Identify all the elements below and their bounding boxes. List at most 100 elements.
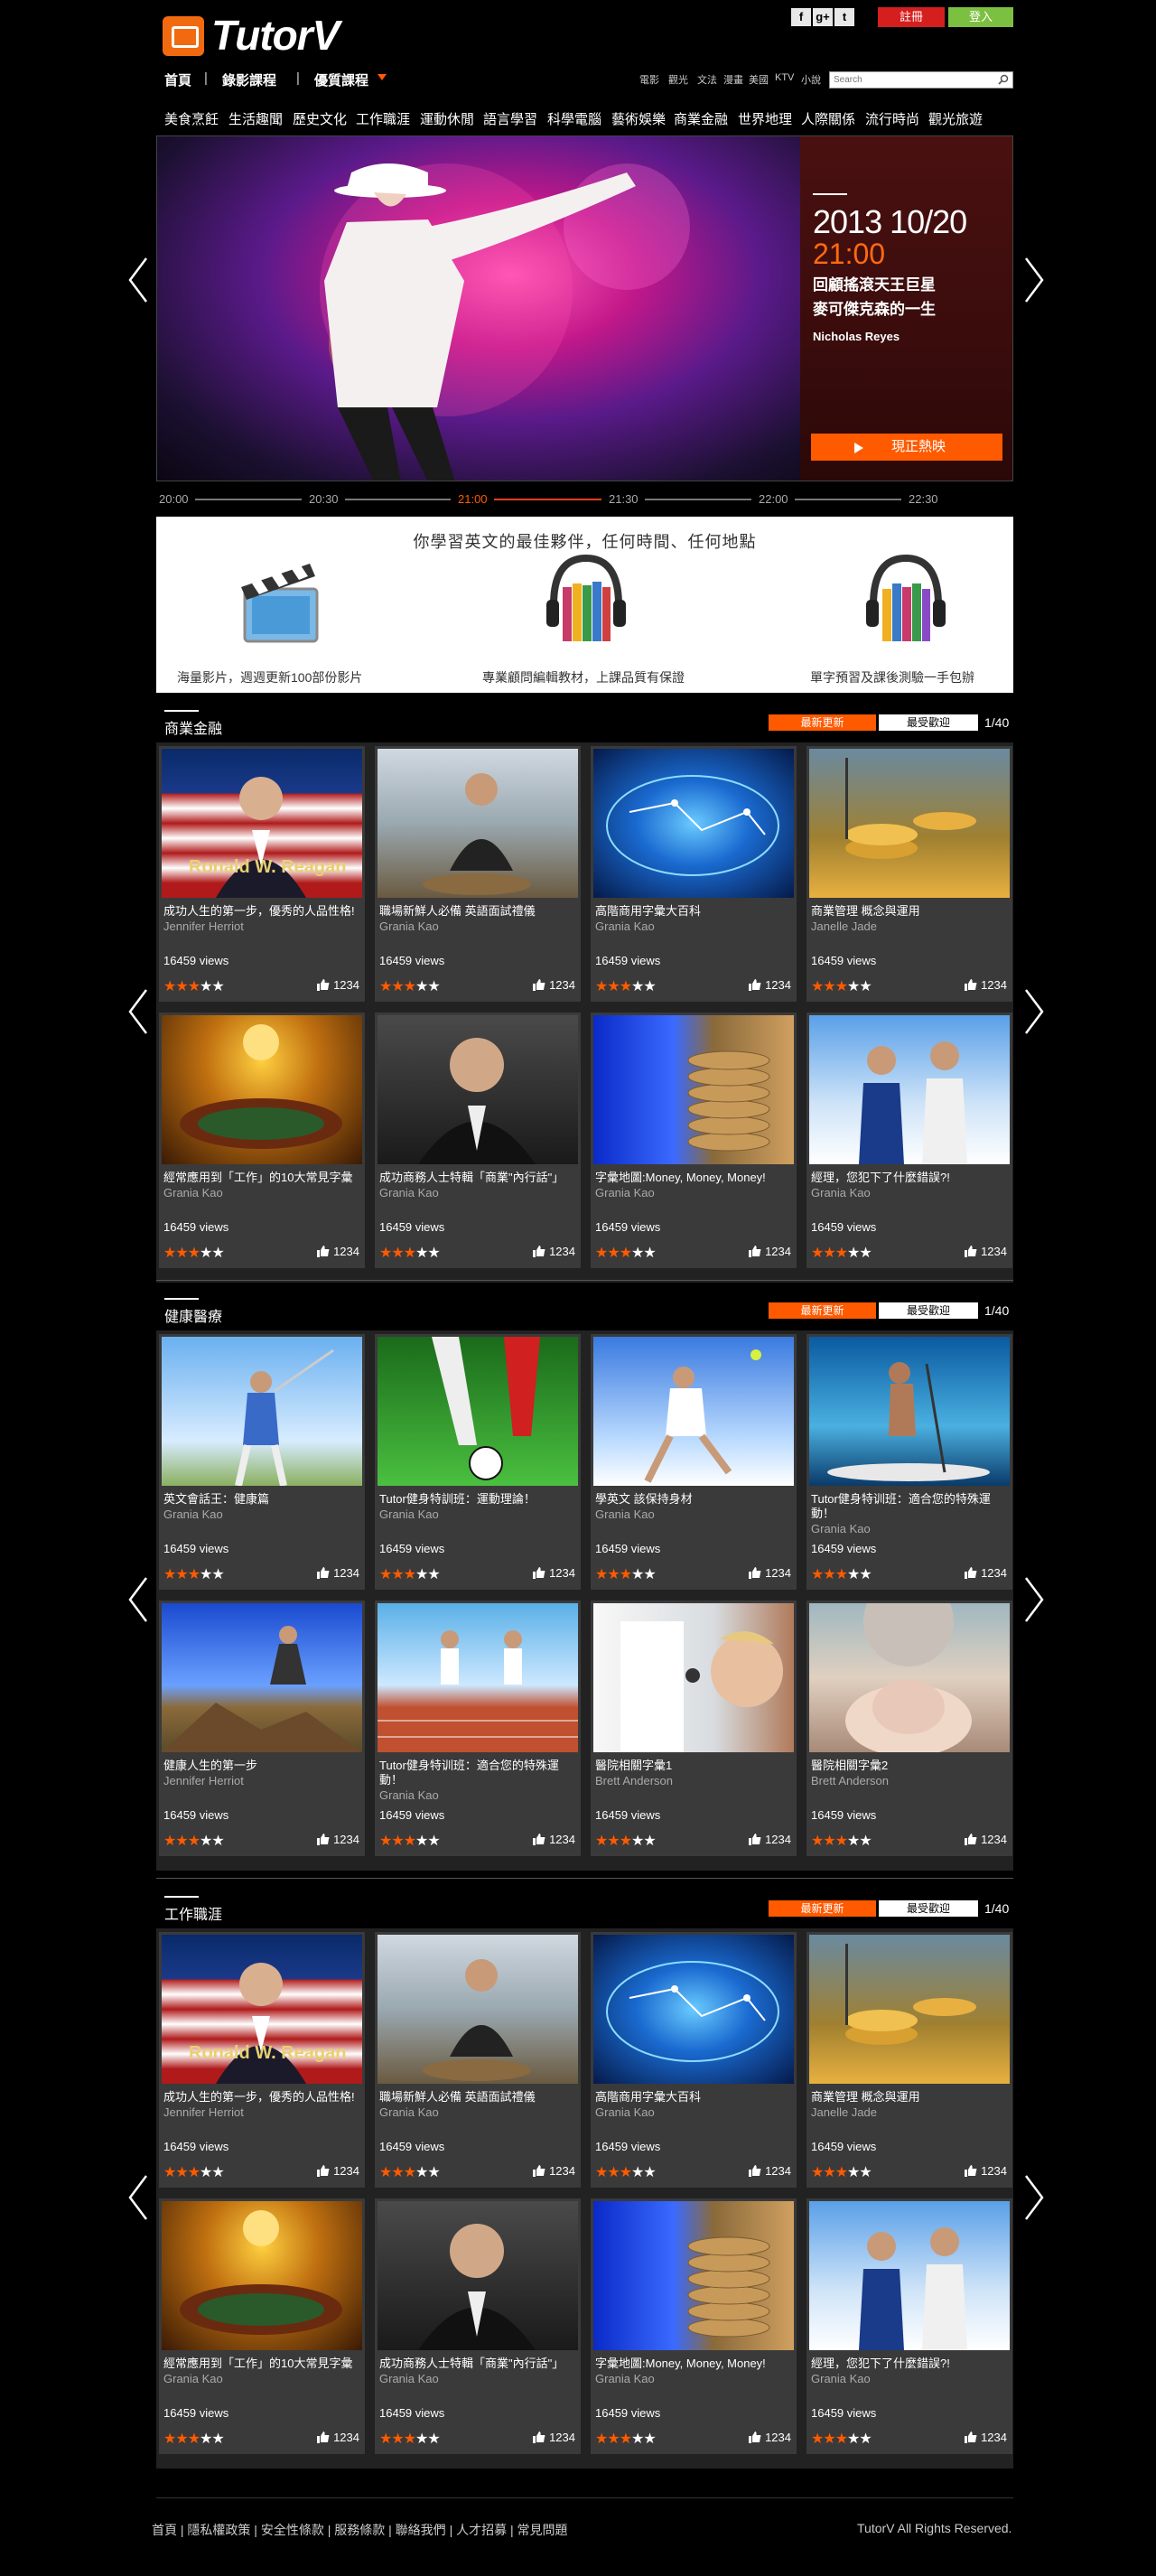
popular-tab[interactable]: 最受歡迎 <box>879 1900 978 1917</box>
star-icon[interactable]: ★ <box>391 1567 404 1582</box>
star-icon[interactable]: ★ <box>404 2165 416 2180</box>
star-icon[interactable]: ★ <box>200 1567 212 1582</box>
star-icon[interactable]: ★ <box>835 2165 848 2180</box>
star-icon[interactable]: ★ <box>607 2431 620 2447</box>
star-icon[interactable]: ★ <box>607 1834 620 1849</box>
google-plus-icon[interactable]: g+ <box>813 8 833 26</box>
footer-link[interactable]: 人才招募 <box>456 2523 507 2537</box>
facebook-icon[interactable]: f <box>791 8 811 26</box>
like-count[interactable]: 1234 <box>965 2164 1007 2178</box>
star-rating[interactable]: ★★★★★ <box>595 1244 657 1262</box>
video-card[interactable]: 職場新鮮人必備 英語面試禮儀 Grania Kao 16459 views ★★★★★… <box>375 1932 581 2188</box>
grid-next-arrow-icon[interactable] <box>1021 1574 1048 1625</box>
star-rating[interactable]: ★★★★★ <box>811 2430 872 2448</box>
star-rating[interactable]: ★★★★★ <box>163 2163 225 2181</box>
like-count[interactable]: 1234 <box>965 1245 1007 1258</box>
star-icon[interactable]: ★ <box>427 2431 440 2447</box>
like-count[interactable]: 1234 <box>317 2431 359 2444</box>
footer-link[interactable]: 首頁 <box>152 2523 177 2537</box>
star-icon[interactable]: ★ <box>643 1834 656 1849</box>
star-icon[interactable]: ★ <box>859 1567 872 1582</box>
video-thumbnail[interactable] <box>809 2201 1010 2350</box>
star-icon[interactable]: ★ <box>847 1246 860 1261</box>
timeline-time[interactable]: 20:00 <box>159 492 189 506</box>
star-icon[interactable]: ★ <box>391 2431 404 2447</box>
star-icon[interactable]: ★ <box>175 979 188 994</box>
star-rating[interactable]: ★★★★★ <box>379 2430 441 2448</box>
star-icon[interactable]: ★ <box>163 1834 176 1849</box>
category-link[interactable]: 商業金融 <box>674 109 728 128</box>
video-title[interactable]: 成功人生的第一步，優秀的人品性格! <box>163 904 364 919</box>
video-card[interactable]: 成功商務人士特輯「商業"內行話"」 Grania Kao 16459 views ★★… <box>375 1013 581 1268</box>
like-count[interactable]: 1234 <box>317 1833 359 1846</box>
hero-next-arrow-icon[interactable] <box>1021 255 1048 305</box>
like-count[interactable]: 1234 <box>317 1245 359 1258</box>
star-icon[interactable]: ★ <box>811 979 824 994</box>
star-icon[interactable]: ★ <box>404 2431 416 2447</box>
thumbs-up-icon[interactable] <box>965 2165 977 2177</box>
star-icon[interactable]: ★ <box>607 1567 620 1582</box>
like-count[interactable]: 1234 <box>317 978 359 992</box>
video-card[interactable]: 職場新鮮人必備 英語面試禮儀 Grania Kao 16459 views ★★★★★… <box>375 746 581 1002</box>
timeline-time[interactable]: 20:30 <box>309 492 339 506</box>
footer-link[interactable]: 服務條款 <box>334 2523 385 2537</box>
video-title[interactable]: 經理，您犯下了什麼錯誤?! <box>811 1171 1012 1185</box>
star-icon[interactable]: ★ <box>391 979 404 994</box>
star-icon[interactable]: ★ <box>427 1567 440 1582</box>
thumbs-up-icon[interactable] <box>965 1246 977 1257</box>
video-title[interactable]: Tutor健身特訓班：運動理論！ <box>379 1492 580 1507</box>
star-icon[interactable]: ★ <box>404 1834 416 1849</box>
star-icon[interactable]: ★ <box>211 2165 224 2180</box>
star-icon[interactable]: ★ <box>643 2165 656 2180</box>
star-icon[interactable]: ★ <box>595 2165 608 2180</box>
video-thumbnail[interactable] <box>593 749 794 898</box>
star-icon[interactable]: ★ <box>835 1567 848 1582</box>
star-icon[interactable]: ★ <box>163 979 176 994</box>
star-icon[interactable]: ★ <box>835 1246 848 1261</box>
tag-link[interactable]: 小說 <box>801 72 821 87</box>
category-link[interactable]: 世界地理 <box>738 109 792 128</box>
video-thumbnail[interactable] <box>378 2201 578 2350</box>
star-icon[interactable]: ★ <box>823 1246 835 1261</box>
star-icon[interactable]: ★ <box>211 1834 224 1849</box>
star-icon[interactable]: ★ <box>595 1567 608 1582</box>
star-icon[interactable]: ★ <box>379 2431 392 2447</box>
star-icon[interactable]: ★ <box>175 1246 188 1261</box>
star-icon[interactable]: ★ <box>415 2431 428 2447</box>
star-icon[interactable]: ★ <box>415 2165 428 2180</box>
thumbs-up-icon[interactable] <box>533 2165 545 2177</box>
tag-link[interactable]: 文法 <box>697 72 717 87</box>
like-count[interactable]: 1234 <box>965 2431 1007 2444</box>
star-icon[interactable]: ★ <box>811 1834 824 1849</box>
like-count[interactable]: 1234 <box>965 1566 1007 1580</box>
video-title[interactable]: 經常應用到「工作」的10大常見字彙 <box>163 1171 364 1185</box>
star-icon[interactable]: ★ <box>200 979 212 994</box>
star-icon[interactable]: ★ <box>211 1246 224 1261</box>
star-rating[interactable]: ★★★★★ <box>379 1244 441 1262</box>
category-link[interactable]: 觀光旅遊 <box>928 109 983 128</box>
grid-prev-arrow-icon[interactable] <box>125 1574 152 1625</box>
star-icon[interactable]: ★ <box>643 979 656 994</box>
video-thumbnail[interactable] <box>162 1015 362 1164</box>
star-rating[interactable]: ★★★★★ <box>811 977 872 995</box>
star-rating[interactable]: ★★★★★ <box>379 977 441 995</box>
thumbs-up-icon[interactable] <box>317 2165 330 2177</box>
star-rating[interactable]: ★★★★★ <box>163 977 225 995</box>
like-count[interactable]: 1234 <box>965 978 1007 992</box>
video-title[interactable]: 經理，您犯下了什麼錯誤?! <box>811 2357 1012 2371</box>
like-count[interactable]: 1234 <box>533 1566 575 1580</box>
video-title[interactable]: 健康人生的第一步 <box>163 1759 364 1773</box>
hero-carousel[interactable]: 2013 10/20 21:00 回顧搖滾天王巨星 麥可傑克森的一生 Nicho… <box>156 135 1013 481</box>
video-card[interactable]: Tutor健身特訓班：運動理論！ Grania Kao 16459 views ★★★… <box>375 1334 581 1590</box>
video-card[interactable]: 經常應用到「工作」的10大常見字彙 Grania Kao 16459 views ★★… <box>159 1013 365 1268</box>
footer-link[interactable]: 隱私權政策 <box>187 2523 250 2537</box>
star-rating[interactable]: ★★★★★ <box>595 1832 657 1850</box>
star-rating[interactable]: ★★★★★ <box>595 977 657 995</box>
logo-icon[interactable] <box>163 16 204 56</box>
video-thumbnail[interactable] <box>809 749 1010 898</box>
star-rating[interactable]: ★★★★★ <box>811 1244 872 1262</box>
popular-tab[interactable]: 最受歡迎 <box>879 714 978 731</box>
star-icon[interactable]: ★ <box>188 979 200 994</box>
latest-tab[interactable]: 最新更新 <box>769 714 876 731</box>
star-icon[interactable]: ★ <box>415 1246 428 1261</box>
